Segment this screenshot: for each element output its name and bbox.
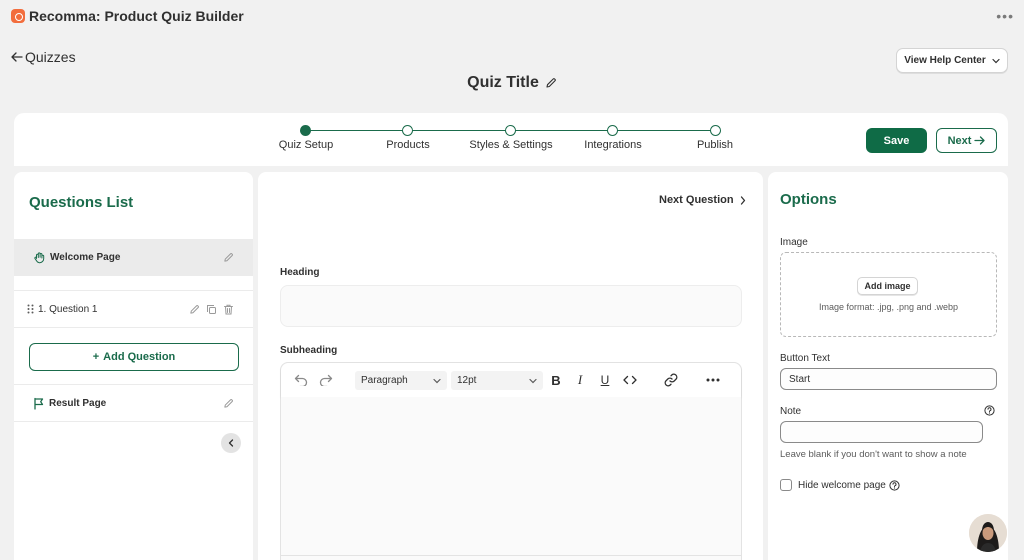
hide-welcome-label: Hide welcome page [798, 480, 886, 491]
button-text-label: Button Text [780, 353, 830, 364]
note-help-text: Leave blank if you don't want to show a … [780, 449, 967, 460]
heading-input[interactable] [280, 285, 742, 327]
hide-welcome-row: Hide welcome page [798, 480, 900, 491]
note-label: Note [780, 406, 802, 417]
subheading-editor-content[interactable] [281, 397, 741, 555]
step-dot-styles-settings[interactable] [505, 125, 516, 136]
redo-icon[interactable] [318, 372, 334, 388]
help-circle-icon[interactable] [889, 480, 900, 491]
save-button[interactable]: Save [866, 128, 927, 153]
quiz-title-bar: Quiz Title [0, 74, 1024, 92]
flag-icon [33, 397, 45, 410]
italic-icon[interactable]: I [574, 372, 586, 388]
block-format-value: Paragraph [361, 375, 408, 386]
more-options-icon[interactable] [705, 372, 721, 388]
app-logo-icon [11, 9, 25, 23]
help-circle-icon[interactable] [984, 405, 995, 416]
hide-welcome-checkbox[interactable] [780, 479, 792, 491]
collapse-panel-button[interactable] [221, 433, 241, 453]
button-text-input[interactable]: Start [780, 368, 997, 390]
question-actions [189, 304, 234, 315]
heading-label: Heading [280, 267, 320, 278]
divider [14, 290, 253, 291]
editor-statusbar [281, 555, 741, 560]
duplicate-icon[interactable] [206, 304, 217, 315]
subheading-label: Subheading [280, 345, 338, 356]
next-label: Next [947, 134, 972, 147]
result-page-label: Result Page [49, 397, 107, 409]
next-question-label: Next Question [659, 194, 734, 206]
chevron-right-icon [740, 195, 746, 205]
note-input[interactable] [780, 421, 983, 443]
divider [14, 421, 253, 422]
step-dot-products[interactable] [402, 125, 413, 136]
pencil-icon[interactable] [223, 398, 234, 409]
step-label-products[interactable]: Products [386, 139, 429, 151]
divider [14, 384, 253, 385]
image-label: Image [780, 237, 808, 248]
image-format-hint: Image format: .jpg, .png and .webp [818, 302, 959, 312]
block-format-select[interactable]: Paragraph [355, 371, 447, 390]
step-dot-publish[interactable] [710, 125, 721, 136]
welcome-page-label: Welcome Page [50, 252, 121, 263]
step-dot-quiz-setup[interactable] [300, 125, 311, 136]
welcome-edit-actions [223, 252, 234, 263]
undo-icon[interactable] [293, 372, 309, 388]
add-image-button[interactable]: Add image [857, 277, 918, 295]
drag-handle-icon[interactable] [27, 304, 34, 314]
chevron-down-icon [433, 378, 441, 384]
result-edit-actions [223, 398, 234, 409]
pencil-icon[interactable] [223, 252, 234, 263]
bold-icon[interactable]: B [549, 372, 563, 388]
next-button[interactable]: Next [936, 128, 997, 153]
pencil-icon[interactable] [545, 77, 557, 89]
trash-icon[interactable] [223, 304, 234, 315]
step-label-styles-settings[interactable]: Styles & Settings [469, 139, 552, 151]
app-title: Recomma: Product Quiz Builder [29, 8, 244, 24]
next-question-link[interactable]: Next Question [659, 194, 746, 206]
step-label-publish[interactable]: Publish [697, 139, 733, 151]
back-label: Quizzes [25, 49, 76, 65]
options-panel [768, 172, 1008, 560]
welcome-page-item[interactable]: Welcome Page [14, 239, 253, 276]
result-page-item[interactable]: Result Page [14, 394, 253, 412]
step-label-integrations[interactable]: Integrations [584, 139, 641, 151]
question-item[interactable]: 1. Question 1 [14, 299, 253, 319]
underline-icon[interactable]: U [598, 372, 612, 388]
font-size-select[interactable]: 12pt [451, 371, 543, 390]
questions-list-title: Questions List [29, 194, 134, 211]
plus-icon: + [92, 351, 100, 363]
step-label-quiz-setup[interactable]: Quiz Setup [279, 139, 333, 151]
step-dot-integrations[interactable] [607, 125, 618, 136]
pencil-icon[interactable] [189, 304, 200, 315]
add-question-label: Add Question [103, 351, 176, 363]
add-question-button[interactable]: + Add Question [29, 343, 239, 371]
divider [14, 327, 253, 328]
back-to-quizzes-link[interactable]: Quizzes [11, 49, 76, 65]
arrow-right-icon [974, 136, 986, 145]
waving-hand-icon [33, 251, 46, 264]
quiz-title: Quiz Title [467, 74, 539, 91]
arrow-left-icon [11, 52, 23, 62]
font-size-value: 12pt [457, 375, 477, 386]
options-title: Options [780, 191, 837, 208]
more-horizontal-icon[interactable]: ••• [996, 8, 1014, 24]
view-help-center-button[interactable]: View Help Center [896, 48, 1008, 73]
chevron-down-icon [529, 378, 537, 384]
help-center-label: View Help Center [904, 55, 986, 66]
link-icon[interactable] [663, 372, 679, 388]
chevron-left-icon [228, 439, 234, 447]
support-chat-avatar[interactable] [969, 514, 1007, 552]
code-icon[interactable] [622, 372, 638, 388]
question-label: 1. Question 1 [38, 303, 98, 315]
chevron-down-icon [992, 58, 1000, 64]
